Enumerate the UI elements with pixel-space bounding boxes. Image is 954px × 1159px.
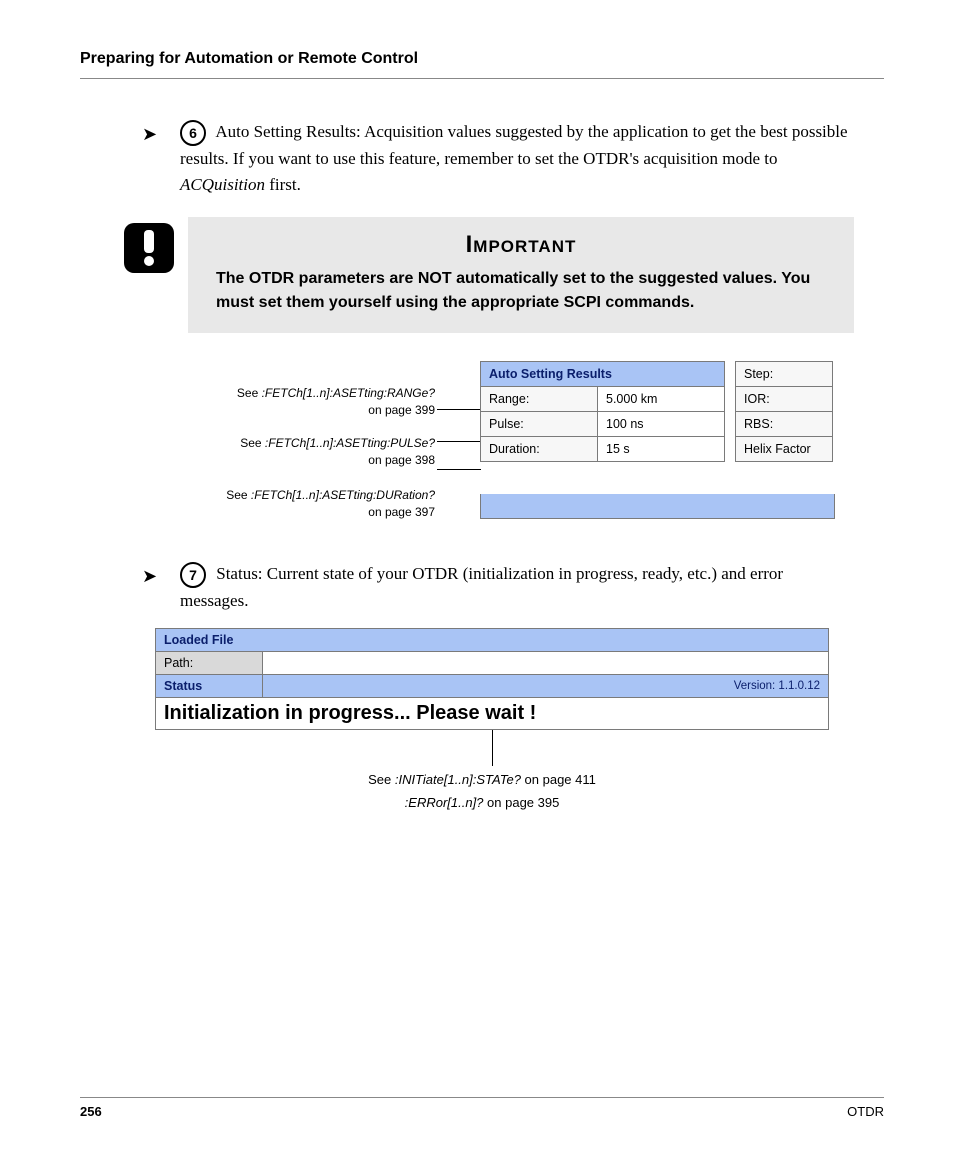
step-number-6: 6 — [180, 120, 206, 146]
lower-captions: See :INITiate[1..n]:STATe? on page 411 :… — [80, 768, 884, 815]
status-message: Initialization in progress... Please wai… — [156, 697, 829, 729]
step-number-7: 7 — [180, 562, 206, 588]
exclamation-icon — [124, 223, 174, 273]
table-row: IOR: — [736, 387, 833, 412]
item7-text: Status: Current state of your OTDR (init… — [180, 564, 783, 610]
path-label: Path: — [156, 651, 263, 674]
page-number: 256 — [80, 1104, 102, 1119]
important-body: The OTDR parameters are NOT automaticall… — [216, 267, 826, 315]
caption-pulse: See :FETCh[1..n]:ASETting:PULSe? on page… — [200, 435, 435, 469]
bullet-pointer-icon: ➤ — [142, 121, 157, 148]
important-callout: Important The OTDR parameters are NOT au… — [110, 217, 854, 333]
item6-text-italic: ACQuisition — [180, 175, 265, 194]
page-footer: 256 OTDR — [80, 1097, 884, 1119]
table-row: Range:5.000 km — [481, 387, 725, 412]
asr-table: Auto Setting Results Range:5.000 km Puls… — [480, 361, 725, 462]
leader-line — [437, 469, 481, 470]
version-label: Version: 1.1.0.12 — [263, 674, 829, 697]
status-header: Status — [156, 674, 263, 697]
status-panel: Loaded File Path: Status Version: 1.1.0.… — [155, 628, 829, 730]
list-item-7: ➤ 7 Status: Current state of your OTDR (… — [180, 561, 854, 614]
loaded-file-header: Loaded File — [156, 628, 829, 651]
item6-text-tail: first. — [265, 175, 301, 194]
caption-range: See :FETCh[1..n]:ASETting:RANGe? on page… — [195, 385, 435, 419]
leader-line — [492, 730, 493, 766]
bullet-pointer-icon: ➤ — [142, 563, 157, 590]
leader-line — [437, 409, 481, 410]
leader-line — [437, 441, 481, 442]
asr-table-right: Step: IOR: RBS: Helix Factor — [735, 361, 833, 462]
product-name: OTDR — [847, 1104, 884, 1119]
asr-figure: See :FETCh[1..n]:ASETting:RANGe? on page… — [80, 361, 884, 531]
important-title: Important — [216, 231, 826, 259]
list-item-6: ➤ 6 Auto Setting Results: Acquisition va… — [180, 119, 854, 197]
table-row: Pulse:100 ns — [481, 412, 725, 437]
table-row: Helix Factor — [736, 437, 833, 462]
asr-title: Auto Setting Results — [481, 362, 725, 387]
table-row: RBS: — [736, 412, 833, 437]
table-row: Step: — [736, 362, 833, 387]
divider — [80, 78, 884, 79]
item6-text-lead: Auto Setting Results: Acquisition values… — [180, 122, 848, 168]
table-row: Duration:15 s — [481, 437, 725, 462]
path-value — [263, 651, 829, 674]
asr-footer-bar — [480, 494, 835, 519]
section-title: Preparing for Automation or Remote Contr… — [80, 50, 884, 68]
caption-duration: See :FETCh[1..n]:ASETting:DURation? on p… — [180, 487, 435, 521]
